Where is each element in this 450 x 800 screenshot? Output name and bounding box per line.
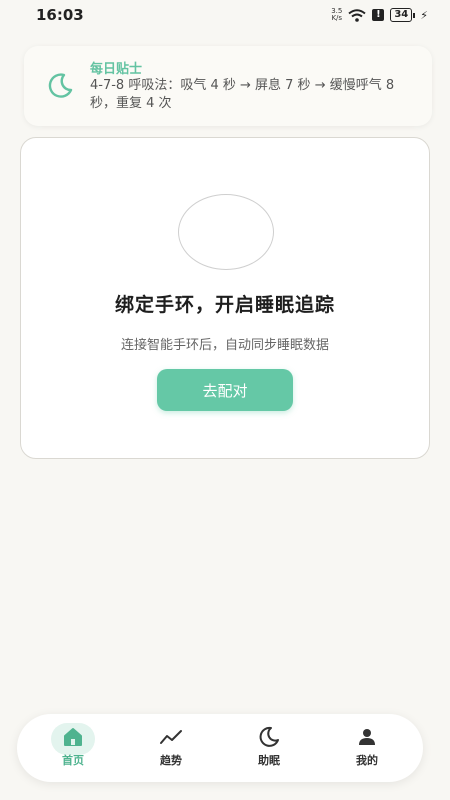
tab-label: 我的 [356,754,378,767]
tab-label: 趋势 [160,754,182,767]
home-icon [64,728,82,746]
tip-text: 4-7-8 呼吸法：吸气 4 秒 → 屏息 7 秒 → 缓慢呼气 8 秒，重复 … [90,78,395,111]
tip-title: 每日贴士 [90,62,143,77]
alert-icon: ! [372,9,385,21]
moon-icon [48,73,73,98]
moon-icon [259,726,279,747]
band-placeholder-ring [178,194,274,270]
status-bar: 16:03 3.5 K/s ! 34 ⚡ [0,0,450,34]
bind-band-card: 绑定手环，开启睡眠追踪 连接智能手环后，自动同步睡眠数据 去配对 [20,137,430,459]
pair-button[interactable]: 去配对 [157,369,293,411]
tab-profile[interactable]: 我的 [337,722,397,778]
tab-label: 助眠 [258,754,280,767]
bind-subtitle: 连接智能手环后，自动同步睡眠数据 [120,338,329,353]
trend-icon [160,730,182,744]
tab-home[interactable]: 首页 [43,722,103,778]
battery-level: 34 [394,9,409,20]
tab-sleep-aid[interactable]: 助眠 [239,722,299,778]
network-speed: 3.5 K/s [331,8,342,22]
charging-icon: ⚡ [420,8,428,22]
battery-icon: 34 [390,8,416,22]
person-icon [359,729,375,745]
status-time: 16:03 [36,6,84,24]
status-icons: 3.5 K/s ! 34 ⚡ [331,8,428,22]
network-speed-unit: K/s [331,14,343,22]
tab-trend[interactable]: 趋势 [141,722,201,778]
wifi-icon [348,8,366,22]
tab-label: 首页 [62,754,84,767]
daily-tip-card: 每日贴士 4-7-8 呼吸法：吸气 4 秒 → 屏息 7 秒 → 缓慢呼气 8 … [24,46,432,126]
bind-title: 绑定手环，开启睡眠追踪 [114,294,335,316]
bottom-tab-bar: 首页 趋势 助眠 我的 [17,714,423,782]
